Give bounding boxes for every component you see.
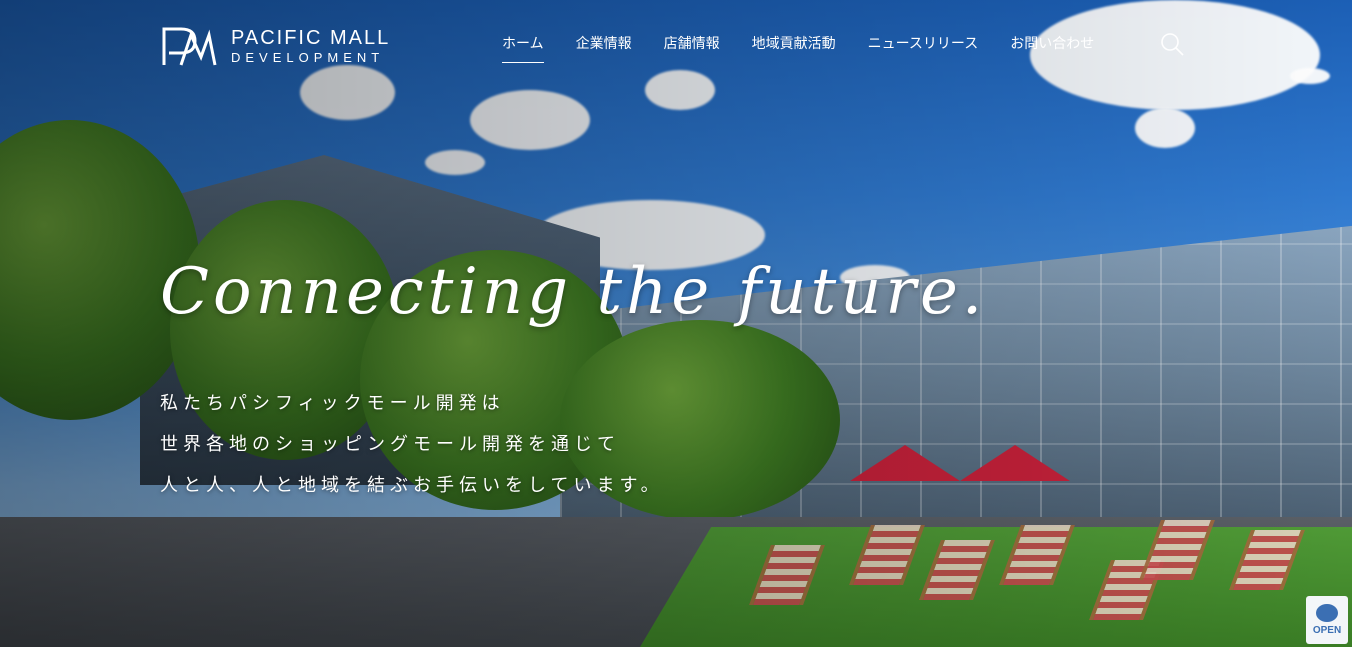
tagline-line: 私たちパシフィックモール開発は (160, 393, 505, 414)
nav-item-contact[interactable]: お問い合わせ (1010, 33, 1094, 63)
badge-label: OPEN (1312, 625, 1342, 636)
hero-tagline: 私たちパシフィックモール開発は 世界各地のショッピングモール開発を通じて 人と人… (160, 383, 664, 506)
brand-line1: PACIFIC MALL (231, 27, 391, 49)
hero-headline: Connecting the future. (160, 255, 987, 329)
tagline-line: 世界各地のショッピングモール開発を通じて (160, 434, 620, 455)
search-icon[interactable] (1160, 32, 1184, 56)
badge-icon (1316, 604, 1338, 622)
tagline-line: 人と人、人と地域を結ぶお手伝いをしています。 (160, 475, 664, 496)
nav-item-community[interactable]: 地域貢献活動 (752, 33, 836, 63)
nav-item-home[interactable]: ホーム (502, 33, 544, 63)
nav-item-company[interactable]: 企業情報 (576, 33, 632, 63)
brand-logo[interactable]: PACIFIC MALL DEVELOPMENT (161, 25, 390, 69)
brand-wordmark: PACIFIC MALL DEVELOPMENT (231, 27, 390, 67)
main-nav: ホーム 企業情報 店舗情報 地域貢献活動 ニュースリリース お問い合わせ (502, 33, 1094, 63)
nav-item-stores[interactable]: 店舗情報 (664, 33, 720, 63)
pm-logo-icon (162, 27, 217, 66)
open-badge[interactable]: OPEN (1306, 596, 1348, 644)
brand-line2: DEVELOPMENT (231, 50, 385, 65)
nav-item-news[interactable]: ニュースリリース (868, 33, 979, 63)
